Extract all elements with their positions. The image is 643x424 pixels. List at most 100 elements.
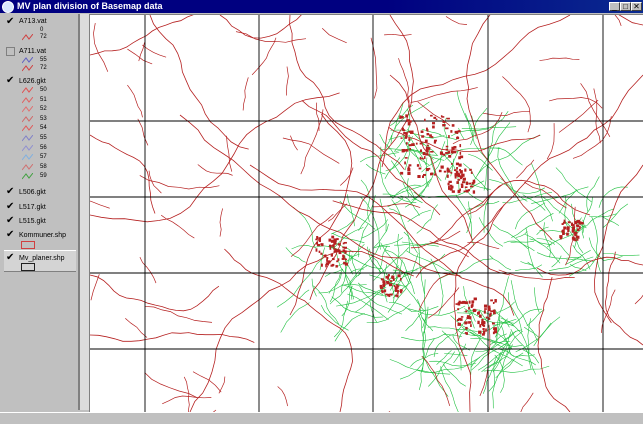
- building-mark: [467, 315, 470, 318]
- building-mark: [576, 236, 578, 238]
- building-mark: [490, 299, 493, 301]
- building-mark: [458, 156, 461, 159]
- building-mark: [472, 300, 474, 303]
- urban-street: [467, 201, 471, 233]
- urban-street: [587, 177, 600, 212]
- building-mark: [426, 168, 429, 171]
- map-view[interactable]: [89, 14, 643, 412]
- building-mark: [484, 310, 486, 313]
- title-bar[interactable]: MV plan division of Basemap data _ □ ✕: [0, 0, 643, 13]
- layer-checkbox-mv-planer[interactable]: ✔: [6, 253, 15, 262]
- layer-checkbox-l506[interactable]: ✔: [6, 187, 15, 196]
- layer-checkbox-l517[interactable]: ✔: [6, 202, 15, 211]
- building-mark: [465, 327, 467, 330]
- minimize-button[interactable]: _: [609, 2, 620, 11]
- class-label: 72: [40, 34, 47, 41]
- building-mark: [436, 119, 438, 121]
- urban-street: [523, 350, 538, 363]
- building-mark: [405, 114, 407, 117]
- window-title: MV plan division of Basemap data: [17, 0, 163, 13]
- building-mark: [488, 306, 491, 309]
- building-mark: [395, 295, 398, 297]
- urban-street: [511, 241, 534, 242]
- urban-street: [603, 253, 640, 255]
- road-line: [538, 277, 570, 412]
- building-mark: [321, 243, 323, 246]
- building-mark: [572, 229, 575, 232]
- urban-street: [350, 244, 365, 261]
- line-symbol-icon: [22, 106, 33, 113]
- maximize-button[interactable]: □: [620, 2, 631, 11]
- building-mark: [409, 164, 412, 166]
- road-segment: [286, 67, 288, 96]
- urban-street: [504, 241, 535, 251]
- building-mark: [320, 253, 322, 255]
- layer-checkbox-l626[interactable]: ✔: [6, 76, 15, 85]
- layer-checkbox-kommuner[interactable]: ✔: [6, 230, 15, 239]
- building-mark: [577, 239, 579, 241]
- building-mark: [337, 258, 339, 261]
- building-mark: [470, 186, 473, 188]
- road-segment: [547, 123, 554, 159]
- building-mark: [446, 149, 448, 151]
- road-line: [595, 165, 643, 323]
- building-mark: [456, 181, 458, 184]
- class-label: 57: [40, 154, 47, 161]
- building-mark: [464, 322, 467, 324]
- road-segment: [140, 175, 220, 189]
- class-label: 51: [40, 97, 47, 104]
- urban-street: [559, 189, 577, 213]
- building-mark: [493, 327, 496, 330]
- road-line: [90, 333, 254, 343]
- building-mark: [448, 187, 451, 189]
- road-segment: [139, 43, 145, 62]
- building-mark: [317, 244, 320, 246]
- building-mark: [482, 328, 484, 330]
- map-canvas[interactable]: [90, 15, 643, 412]
- building-mark: [441, 115, 443, 117]
- close-button[interactable]: ✕: [631, 2, 642, 11]
- building-mark: [397, 290, 399, 292]
- layer-checkbox-l515[interactable]: ✔: [6, 216, 15, 225]
- urban-street: [462, 127, 516, 129]
- road-segment: [371, 38, 377, 99]
- urban-street: [380, 199, 386, 232]
- building-mark: [406, 142, 408, 144]
- road-segment: [125, 318, 147, 337]
- toc-scrollbar[interactable]: [79, 14, 89, 410]
- road-segment: [301, 109, 323, 174]
- building-mark: [485, 328, 487, 331]
- building-mark: [490, 310, 493, 312]
- building-mark: [422, 158, 424, 160]
- urban-street: [550, 239, 569, 256]
- line-symbol-icon: [22, 57, 33, 64]
- building-mark: [421, 130, 424, 133]
- building-mark: [466, 182, 468, 185]
- building-mark: [456, 167, 458, 170]
- building-mark: [429, 134, 432, 136]
- building-mark: [451, 186, 454, 189]
- road-line: [454, 205, 504, 412]
- building-mark: [492, 322, 495, 324]
- urban-street: [534, 287, 539, 312]
- road-segment: [328, 204, 347, 222]
- class-label: 54: [40, 125, 47, 132]
- building-mark: [326, 259, 328, 262]
- layer-checkbox-a713[interactable]: ✔: [6, 17, 15, 26]
- building-mark: [421, 135, 424, 137]
- building-mark: [403, 149, 405, 152]
- building-mark: [457, 319, 459, 321]
- building-mark: [423, 152, 426, 155]
- building-mark: [454, 169, 456, 171]
- building-mark: [468, 307, 470, 310]
- urban-street: [386, 135, 391, 148]
- road-segment: [142, 45, 166, 57]
- layer-checkbox-a711[interactable]: [6, 47, 15, 56]
- building-mark: [338, 243, 341, 245]
- building-mark: [571, 224, 573, 226]
- building-mark: [343, 262, 346, 265]
- class-label: 58: [40, 164, 47, 171]
- road-segment: [384, 34, 411, 35]
- building-mark: [451, 163, 453, 165]
- building-mark: [460, 152, 462, 155]
